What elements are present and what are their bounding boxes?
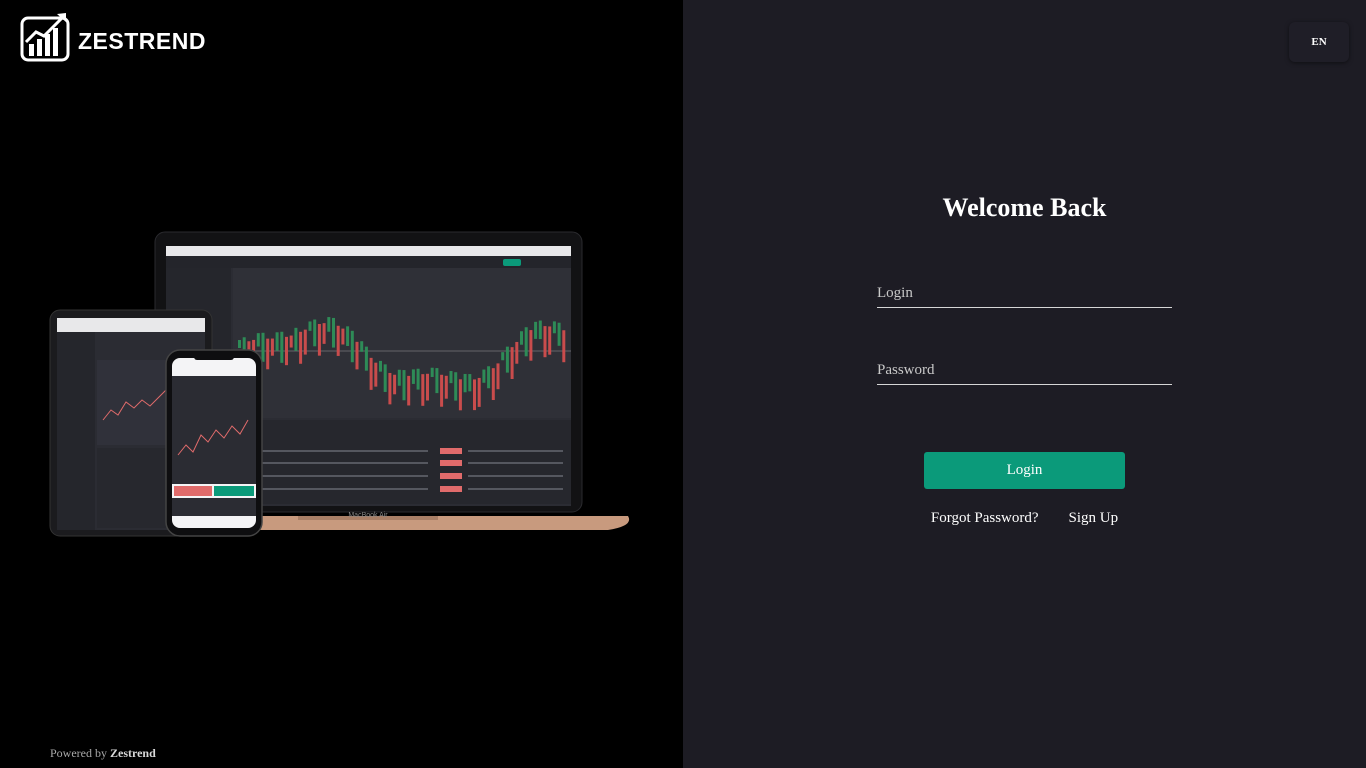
language-selector[interactable]: EN [1289, 22, 1349, 62]
candlestick [449, 371, 453, 384]
candlestick [543, 326, 547, 358]
devices-hero-image: MacBook Air [48, 230, 638, 545]
powered-by-footer: Powered by Zestrend [50, 746, 156, 761]
candlestick [440, 374, 444, 407]
page-title: Welcome Back [942, 193, 1107, 222]
candlestick [562, 330, 566, 363]
candlestick [501, 352, 505, 361]
candlestick [270, 338, 274, 356]
candlestick [491, 368, 495, 401]
candlestick [524, 327, 528, 357]
candlestick [294, 327, 298, 351]
powered-name: Zestrend [110, 746, 156, 760]
candlestick [411, 369, 415, 384]
candlestick [529, 330, 533, 361]
candlestick [303, 329, 307, 355]
candlestick [505, 346, 509, 373]
candlestick [421, 374, 425, 406]
candlestick [515, 341, 519, 364]
candlestick [534, 321, 538, 339]
candlestick [350, 330, 354, 363]
candlestick [308, 321, 312, 331]
powered-prefix: Powered by [50, 746, 107, 760]
candlestick [327, 317, 331, 332]
candlestick [289, 335, 293, 348]
candlestick [379, 360, 382, 372]
login-field-wrapper [877, 280, 1172, 308]
left-panel: ZESTREND MacBook Air Powered by Zestrend [0, 0, 683, 768]
candlestick [393, 374, 397, 395]
candlestick [374, 362, 378, 387]
candlestick [548, 326, 552, 355]
candlestick [477, 377, 481, 407]
candlestick [496, 363, 500, 390]
candlestick [332, 317, 335, 348]
candlestick [360, 341, 364, 352]
candlestick [322, 323, 326, 344]
login-input[interactable] [877, 280, 1172, 307]
laptop-label: MacBook Air [348, 512, 388, 519]
candlestick [510, 347, 514, 379]
candlestick [369, 357, 373, 390]
candlestick [313, 319, 317, 347]
candlestick [256, 333, 260, 347]
brand-name: ZESTREND [78, 27, 206, 54]
candlestick [299, 331, 303, 364]
candlestick [463, 373, 467, 393]
candlestick [364, 346, 368, 371]
candlestick [538, 320, 542, 340]
candlestick [426, 373, 429, 401]
candlestick [487, 366, 491, 389]
candlestick [280, 331, 284, 363]
candlestick [407, 375, 411, 406]
candlestick [341, 328, 345, 345]
candlestick [317, 324, 321, 356]
candlestick [355, 341, 359, 370]
login-button[interactable]: Login [924, 452, 1125, 489]
candlestick [444, 375, 448, 399]
candlestick [336, 325, 340, 356]
candlestick [402, 370, 406, 401]
candlestick [552, 321, 556, 334]
candlestick [266, 338, 270, 370]
candlestick [238, 340, 241, 348]
candlestick [557, 322, 561, 346]
candlestick [383, 364, 387, 392]
candlestick [416, 368, 420, 390]
candlestick [458, 379, 462, 411]
password-field-wrapper [877, 357, 1172, 385]
candlestick [468, 374, 472, 392]
auth-links: Forgot Password? Sign Up [877, 510, 1172, 527]
forgot-password-link[interactable]: Forgot Password? [931, 510, 1039, 527]
candlestick [397, 369, 401, 386]
trend-chart-icon [20, 13, 70, 62]
candlestick [261, 332, 265, 362]
candlestick [435, 368, 439, 394]
brand-logo[interactable]: ZESTREND [20, 12, 206, 62]
sign-up-link[interactable]: Sign Up [1069, 510, 1119, 527]
candlestick [285, 336, 288, 366]
candlestick [430, 367, 434, 377]
candlestick [482, 369, 486, 383]
candlestick [454, 372, 458, 401]
password-input[interactable] [877, 357, 1172, 384]
candlestick [275, 332, 279, 351]
candlestick [388, 372, 392, 405]
candlestick [520, 331, 523, 345]
candlestick [346, 326, 350, 346]
candlestick [473, 379, 476, 411]
